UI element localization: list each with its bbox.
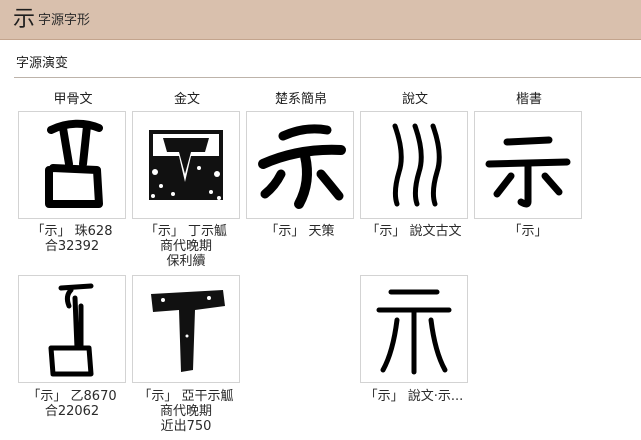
header-title: 字源字形 [38, 13, 91, 28]
caption-line: 「示」 [508, 224, 548, 239]
caption-line: 「示」 說文古文 [366, 224, 462, 239]
bronze-glyph-image [149, 130, 223, 200]
column-header-chu: 楚系簡帛 [274, 92, 327, 107]
section-header: 示 字源字形 [0, 0, 641, 40]
glyph-jiaguwen-1[interactable] [18, 111, 126, 219]
caption-jinwen-1: 「示」 丁示觚 商代晚期 保利續 [127, 224, 245, 269]
oracle-bone-glyph-image [45, 119, 103, 208]
glyph-jinwen-2[interactable] [132, 275, 240, 383]
glyph-shuowen-1[interactable] [360, 111, 468, 219]
caption-line: 合22062 [44, 404, 100, 419]
glyph-jinwen-1[interactable] [132, 111, 240, 219]
shuowen-seal-glyph-image [376, 289, 452, 375]
caption-line: 商代晚期 [159, 404, 212, 419]
caption-jiaguwen-1: 「示」 珠628 合32392 [13, 224, 131, 254]
oracle-bone-glyph-image [48, 283, 94, 377]
caption-jiaguwen-2: 「示」 乙8670 合22062 [13, 389, 131, 419]
bronze-glyph-image [151, 290, 225, 372]
caption-line: 「示」 亞干示觚 [138, 389, 234, 404]
column-header-jiaguwen: 甲骨文 [53, 92, 93, 107]
divider [14, 77, 641, 78]
caption-kaishu: 「示」 [469, 224, 587, 239]
caption-line: 「示」 天策 [265, 224, 335, 239]
column-header-kaishu: 楷書 [515, 92, 542, 107]
glyph-chu-1[interactable] [246, 111, 354, 219]
caption-shuowen-1: 「示」 說文古文 [355, 224, 473, 239]
glyph-shuowen-2[interactable] [360, 275, 468, 383]
caption-line: 「示」 乙8670 [27, 389, 117, 404]
caption-chu-1: 「示」 天策 [241, 224, 359, 239]
caption-line: 「示」 珠628 [31, 224, 113, 239]
glyph-jiaguwen-2[interactable] [18, 275, 126, 383]
caption-line: 保利續 [166, 254, 206, 269]
shuowen-ancient-glyph-image [392, 123, 442, 207]
chu-bamboo-glyph-image [258, 124, 346, 209]
glyph-kaishu[interactable] [474, 111, 582, 219]
section-title: 字源演变 [16, 56, 69, 71]
caption-line: 「示」 說文‧示... [364, 389, 464, 404]
caption-shuowen-2: 「示」 說文‧示... [355, 389, 473, 404]
regular-script-glyph-image [485, 136, 571, 208]
column-header-shuowen: 說文 [401, 92, 428, 107]
caption-jinwen-2: 「示」 亞干示觚 商代晚期 近出750 [127, 389, 245, 434]
caption-line: 近出750 [160, 419, 212, 434]
header-character: 示 [13, 7, 36, 32]
column-header-jinwen: 金文 [173, 92, 200, 107]
caption-line: 商代晚期 [159, 239, 212, 254]
caption-line: 「示」 丁示觚 [144, 224, 228, 239]
caption-line: 合32392 [44, 239, 100, 254]
